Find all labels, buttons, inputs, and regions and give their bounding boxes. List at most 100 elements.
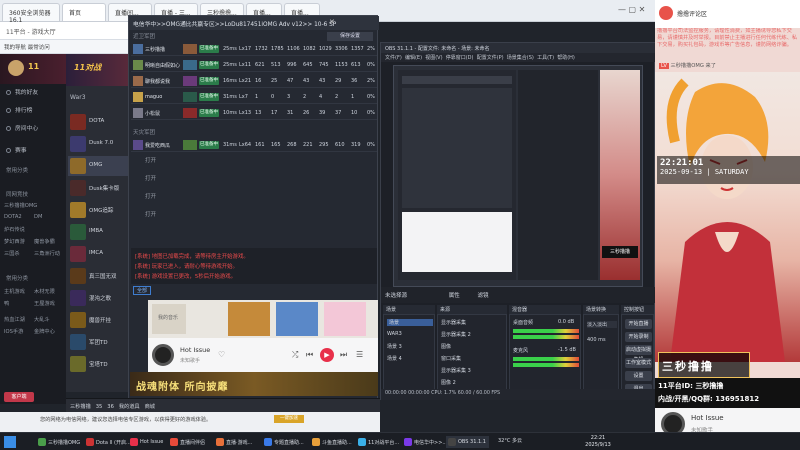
obs-preview-canvas[interactable]: 三秒撸撸 — [393, 65, 643, 287]
scene-item[interactable]: 场景 3 — [387, 343, 402, 350]
sidebar-game[interactable]: 王屋游戏 — [34, 300, 55, 307]
browser-tab-2[interactable]: 首页 — [62, 3, 106, 21]
taskbar-app[interactable]: OBS 31.1.1 — [446, 436, 489, 448]
transition-duration[interactable]: 400 ms — [587, 337, 606, 343]
menu-view[interactable]: 视图(V) — [425, 55, 442, 61]
sidebar-game[interactable]: 魔兽争霸 — [34, 238, 55, 245]
next-icon[interactable]: ⏭ — [340, 350, 347, 360]
game-item-warriors[interactable]: 真三国无双 — [68, 266, 128, 286]
settings-button[interactable]: 设置 — [625, 371, 652, 381]
taskbar-app[interactable]: Dota II (开启... — [84, 436, 134, 448]
sidebar-game[interactable]: 热血江湖 — [4, 316, 25, 323]
filters-button[interactable]: 滤镜 — [478, 293, 489, 299]
accelerate-button[interactable]: 一键加速 — [274, 415, 304, 423]
player-row[interactable]: 三秒撸撸 已准备中 25ms Lx17 1732 1785 1106 1082 … — [131, 42, 377, 56]
source-item[interactable]: 图像 — [441, 343, 451, 350]
close-icon[interactable]: ✕ — [329, 18, 335, 26]
sidebar-game[interactable]: DOTA2 — [4, 214, 22, 220]
source-item[interactable]: 图像 2 — [441, 379, 456, 386]
empty-slot[interactable]: 打开 — [145, 156, 156, 164]
game-item-chaos[interactable]: 混沌之歌 — [68, 288, 128, 308]
items-link[interactable]: 我的道具 — [119, 404, 140, 410]
menu-docks[interactable]: 停靠窗口(D) — [446, 55, 474, 61]
menu-file[interactable]: 文件(F) — [385, 55, 402, 61]
taskbar-app[interactable]: 11对战平台... — [356, 436, 402, 448]
prev-icon[interactable]: ⏮ — [306, 350, 313, 360]
source-item[interactable]: 窗口采集 — [441, 355, 461, 362]
player-row[interactable]: 我爱吃西瓜 已准备中 31ms Lx64 161 165 268 221 295… — [131, 138, 377, 152]
user-avatar[interactable] — [8, 60, 24, 76]
start-icon[interactable] — [4, 436, 16, 448]
sidebar-game[interactable]: 鸭 — [4, 300, 9, 307]
sidebar-game[interactable]: 木材无限 — [34, 288, 55, 295]
scene-item[interactable]: WAR3 — [387, 331, 402, 337]
sidebar-game[interactable]: 金牌中心 — [34, 328, 55, 335]
source-item[interactable]: 显示器采集 3 — [441, 367, 471, 374]
taskbar-app[interactable]: 专题直播助... — [262, 436, 307, 448]
player-row[interactable]: maguo 已准备中 31ms Lx7 1 0 3 2 4 2 1 0% — [131, 90, 377, 104]
game-item-warcraft[interactable]: 魔兽开挂 — [68, 310, 128, 330]
menu-tools[interactable]: 工具(T) — [537, 55, 554, 61]
address-bar[interactable]: 11平台 - 游戏大厅 — [0, 22, 128, 40]
sidebar-game[interactable]: 梦幻西游 — [4, 238, 25, 245]
client-download-button[interactable]: 客户端 — [4, 392, 34, 402]
game-item-legion-td[interactable]: 军团TD — [68, 332, 128, 352]
sidebar-game[interactable]: DM — [34, 214, 42, 220]
game-item-tower-td[interactable]: 宝塔TD — [68, 354, 128, 374]
player-row[interactable]: 聊我都说我 已准备中 16ms Lx21 16 25 47 43 43 29 3… — [131, 74, 377, 88]
start-recording-button[interactable]: 开始录制 — [625, 332, 652, 342]
taskbar-app[interactable]: 电信华中>>... — [402, 436, 450, 448]
shuffle-icon[interactable]: ⤮ — [292, 350, 298, 360]
sidebar-item-rank[interactable]: 排行榜 — [0, 102, 66, 116]
sidebar-game[interactable]: 三角洲行动 — [34, 250, 60, 257]
browser-tab-home[interactable]: 360安全浏览器 16.1 — [2, 3, 60, 24]
taskbar-app[interactable]: 斗鱼直播助... — [310, 436, 355, 448]
bookmark-text[interactable]: 我的导航 最常访问 — [4, 45, 50, 51]
shop-link[interactable]: 商城 — [145, 404, 155, 410]
thumb[interactable] — [324, 302, 366, 336]
sidebar-game[interactable]: 大乱斗 — [34, 316, 50, 323]
menu-scenes[interactable]: 场景集合(S) — [507, 55, 534, 61]
game-item-dota[interactable]: DOTA — [68, 112, 128, 132]
taskbar-app[interactable]: 三秒撸撸OMG — [36, 436, 83, 448]
empty-slot[interactable]: 打开 — [145, 174, 156, 182]
playlist-icon[interactable]: ☰ — [356, 350, 363, 359]
game-item-imca[interactable]: IMCA — [68, 244, 128, 264]
empty-slot[interactable]: 打开 — [145, 192, 156, 200]
scene-item[interactable]: 场景 4 — [387, 355, 402, 362]
game-item-dusk-card[interactable]: Dusk集卡版 — [68, 178, 128, 198]
sidebar-item-friends[interactable]: 我的好友 — [0, 84, 66, 98]
properties-button[interactable]: 属性 — [449, 293, 460, 299]
game-item-imba[interactable]: IMBA — [68, 222, 128, 242]
thumb[interactable] — [228, 302, 270, 336]
sidebar-game[interactable]: IOS手游 — [4, 328, 23, 335]
play-button[interactable]: ▶ — [320, 348, 334, 362]
source-item[interactable]: 显示器采集 2 — [441, 331, 471, 338]
sidebar-game[interactable]: 三国杀 — [4, 250, 20, 257]
taskbar-app[interactable]: 直播·游戏... — [214, 436, 255, 448]
source-item[interactable]: 显示器采集 — [441, 319, 466, 326]
sidebar-game[interactable]: 主机游戏 — [4, 288, 25, 295]
taskbar-app[interactable]: Hot Issue — [128, 436, 166, 448]
album-art[interactable] — [152, 344, 174, 366]
sidebar-item-events[interactable]: 赛事 — [0, 142, 66, 156]
player-row[interactable]: 明晰自由假如心 已准备中 25ms Lx11 621 513 996 645 7… — [131, 58, 377, 72]
menu-profile[interactable]: 配置文件(P) — [477, 55, 504, 61]
window-controls[interactable]: — ▢ ✕ — [618, 5, 645, 14]
username[interactable]: 三秒撸撸 — [70, 404, 91, 410]
sidebar-game[interactable]: 炉石传说 — [4, 226, 25, 233]
taskbar-app[interactable]: 直播间伴侣 — [168, 436, 208, 448]
weather-widget[interactable]: 32°C 多云 — [498, 437, 522, 444]
save-settings-button[interactable]: 保存设置 — [327, 32, 373, 41]
thumb[interactable] — [276, 302, 318, 336]
game-item-omg[interactable]: OMG — [68, 156, 128, 176]
sidebar-item-room[interactable]: 房间中心 — [0, 120, 66, 134]
player-row[interactable]: 小松鼠 已准备中 10ms Lx13 13 17 31 26 39 37 10 … — [131, 106, 377, 120]
virtual-camera-button[interactable]: 启动虚拟摄像机 — [625, 345, 652, 363]
chat-filter-tag[interactable]: 全部 — [133, 286, 151, 295]
start-streaming-button[interactable]: 开始直播 — [625, 319, 652, 329]
menu-edit[interactable]: 编辑(E) — [405, 55, 422, 61]
empty-slot[interactable]: 打开 — [145, 210, 156, 218]
system-clock[interactable]: 22:21 2025/9/13 — [578, 435, 618, 448]
studio-mode-button[interactable]: 工作室模式 — [625, 358, 652, 368]
